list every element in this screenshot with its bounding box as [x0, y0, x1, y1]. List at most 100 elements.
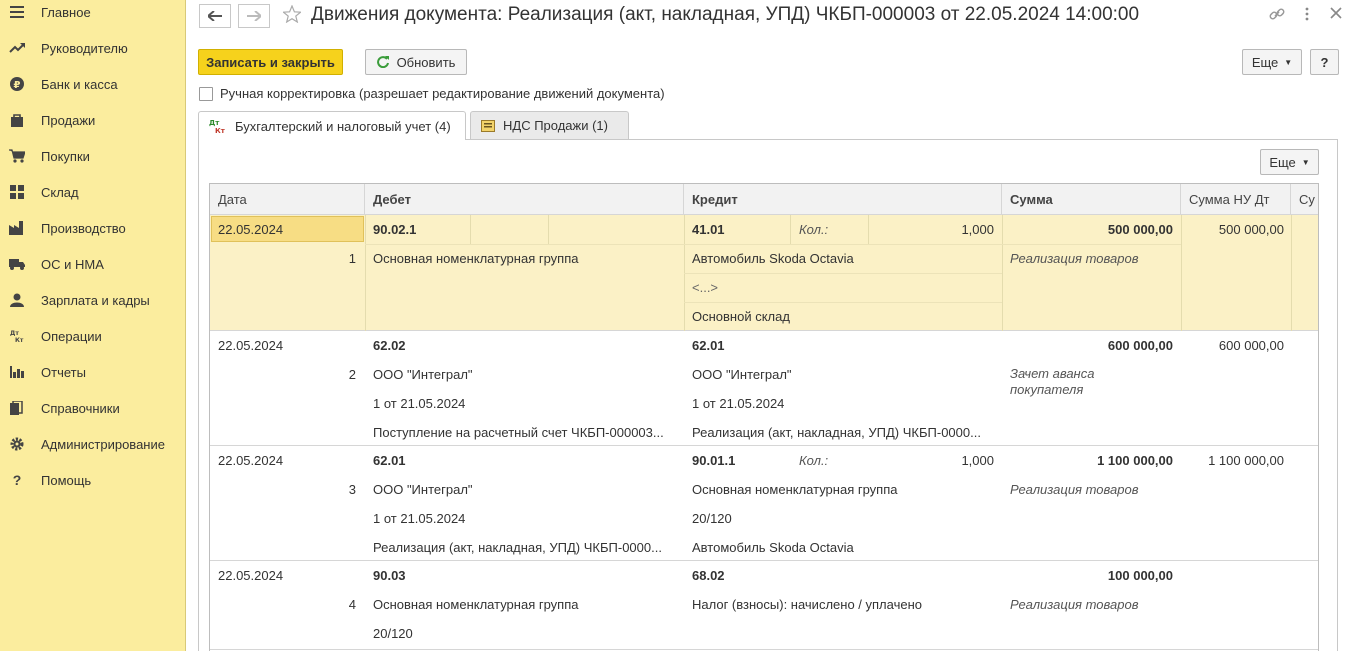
- sidebar-item-assets[interactable]: ОС и НМА: [0, 246, 185, 282]
- tab-label: НДС Продажи (1): [503, 118, 608, 133]
- cell-sum-nu: 1 100 000,00: [1208, 453, 1284, 468]
- sidebar-item-admin[interactable]: Администрирование: [0, 426, 185, 462]
- cell-sum-nu: 600 000,00: [1218, 338, 1284, 353]
- save-and-close-button[interactable]: Записать и закрыть: [198, 49, 343, 75]
- more-button[interactable]: Еще ▼: [1242, 49, 1302, 75]
- column-header-debit[interactable]: Дебет: [365, 184, 684, 215]
- column-header-credit[interactable]: Кредит: [684, 184, 1002, 215]
- cell-sum: 1 100 000,00: [1097, 453, 1173, 468]
- cell-debit-subconto1: Основная номенклатурная группа: [373, 597, 579, 612]
- table-row[interactable]: 22.05.2024 3 62.01 ООО "Интеграл" 1 от 2…: [210, 446, 1318, 561]
- grid-more-button[interactable]: Еще ▼: [1260, 149, 1319, 175]
- cell-debit-account: 90.03: [373, 568, 406, 583]
- cell-num: 2: [348, 367, 356, 382]
- sidebar-item-label: Главное: [41, 4, 91, 20]
- manual-edit-checkbox-row[interactable]: Ручная корректировка (разрешает редактир…: [199, 86, 665, 101]
- column-header-truncated[interactable]: Су: [1291, 184, 1318, 215]
- svg-text:Кт: Кт: [215, 127, 226, 134]
- sidebar-item-label: Руководителю: [41, 40, 128, 56]
- cell-credit-subconto1: Основная номенклатурная группа: [692, 482, 898, 497]
- cell-sum: 500 000,00: [1107, 222, 1173, 237]
- question-icon: ?: [12, 472, 22, 488]
- bar-chart-icon: [9, 364, 25, 380]
- cell-date: 22.05.2024: [218, 453, 284, 468]
- favorite-star-icon[interactable]: [281, 4, 303, 26]
- tab-accounting[interactable]: Дт Кт Бухгалтерский и налоговый учет (4): [198, 111, 466, 140]
- gear-icon: [9, 436, 25, 452]
- cell-debit-subconto1: ООО "Интеграл": [373, 367, 473, 382]
- cell-content: Зачет аванса: [1010, 365, 1095, 381]
- cell-qty-label: Кол.:: [799, 222, 829, 237]
- forward-button[interactable]: [238, 4, 270, 28]
- tab-vat-sales[interactable]: НДС Продажи (1): [470, 111, 629, 139]
- sidebar-item-salary[interactable]: Зарплата и кадры: [0, 282, 185, 318]
- close-icon[interactable]: [1329, 6, 1343, 25]
- sidebar-item-label: Помощь: [41, 472, 92, 488]
- sidebar-item-help[interactable]: ? Помощь: [0, 462, 185, 498]
- chevron-down-icon: ▼: [1284, 57, 1293, 67]
- sidebar-item-production[interactable]: Производство: [0, 210, 185, 246]
- help-button[interactable]: ?: [1310, 49, 1339, 75]
- sidebar-item-label: Операции: [41, 328, 102, 344]
- sidebar-item-warehouse[interactable]: Склад: [0, 174, 185, 210]
- document-form: Движения документа: Реализация (акт, нак…: [186, 0, 1349, 651]
- truck-icon: [9, 256, 25, 272]
- refresh-label: Обновить: [396, 54, 456, 70]
- sidebar-item-operations[interactable]: Дт Кт Операции: [0, 318, 185, 354]
- cell-debit-subconto2: 1 от 21.05.2024: [373, 396, 466, 411]
- cell-date: 22.05.2024: [218, 568, 284, 583]
- more-actions-icon[interactable]: [1304, 6, 1310, 27]
- cell-credit-subconto2: 20/120: [692, 511, 732, 526]
- cell-qty-label: Кол.:: [799, 453, 829, 468]
- table-row[interactable]: 22.05.2024 4 90.03 Основная номенклатурн…: [210, 561, 1318, 650]
- sidebar-item-label: Зарплата и кадры: [41, 292, 150, 308]
- cell-num: 1: [348, 251, 356, 266]
- cell-credit-subconto1: ООО "Интеграл": [692, 367, 792, 382]
- manual-edit-checkbox[interactable]: [199, 86, 213, 101]
- column-header-date[interactable]: Дата: [210, 184, 365, 215]
- link-icon[interactable]: [1269, 6, 1285, 27]
- svg-text:Дт: Дт: [209, 119, 220, 127]
- sidebar-item-label: Администрирование: [41, 436, 165, 452]
- sidebar-item-purchases[interactable]: Покупки: [0, 138, 185, 174]
- cell-credit-subconto2: 1 от 21.05.2024: [692, 396, 785, 411]
- cell-credit-account: 41.01: [692, 222, 725, 237]
- warehouse-icon: [9, 184, 25, 200]
- trend-icon: [9, 40, 25, 56]
- svg-text:Кт: Кт: [15, 337, 24, 343]
- cell-qty: 1,000: [961, 222, 994, 237]
- cell-content: Реализация товаров: [1010, 251, 1139, 266]
- sidebar-item-manager[interactable]: Руководителю: [0, 30, 185, 66]
- sidebar-item-reports[interactable]: Отчеты: [0, 354, 185, 390]
- cell-sum: 600 000,00: [1107, 338, 1173, 353]
- cell-num: 3: [348, 482, 356, 497]
- svg-text:Дт: Дт: [10, 330, 19, 337]
- postings-table[interactable]: Дата Дебет Кредит Сумма Сумма НУ Дт Су 2…: [209, 183, 1319, 651]
- sidebar-item-main[interactable]: Главное: [0, 0, 185, 30]
- cell-content-line2: покупателя: [1010, 381, 1084, 397]
- tab-label: Бухгалтерский и налоговый учет (4): [235, 118, 451, 134]
- sidebar-item-label: Справочники: [41, 400, 120, 416]
- refresh-button[interactable]: Обновить: [365, 49, 467, 75]
- column-header-sum-nu-dt[interactable]: Сумма НУ Дт: [1181, 184, 1291, 215]
- sidebar-item-sales[interactable]: Продажи: [0, 102, 185, 138]
- table-row[interactable]: 22.05.2024 2 62.02 ООО "Интеграл" 1 от 2…: [210, 331, 1318, 446]
- column-header-sum[interactable]: Сумма: [1002, 184, 1181, 215]
- back-button[interactable]: [199, 4, 231, 28]
- manual-edit-label: Ручная корректировка (разрешает редактир…: [220, 86, 665, 101]
- page-title: Движения документа: Реализация (акт, нак…: [311, 4, 1140, 25]
- cell-debit-account: 90.02.1: [373, 222, 417, 237]
- cell-qty: 1,000: [961, 453, 994, 468]
- cell-debit-subconto2: 20/120: [373, 626, 413, 641]
- cell-sum: 100 000,00: [1107, 568, 1173, 583]
- arrow-right-icon: [247, 11, 261, 21]
- more-label: Еще: [1269, 154, 1296, 170]
- more-label: Еще: [1251, 54, 1279, 70]
- sidebar-item-label: Банк и касса: [41, 76, 118, 92]
- sidebar-item-bank[interactable]: ₽ Банк и касса: [0, 66, 185, 102]
- sidebar-item-label: ОС и НМА: [41, 256, 104, 272]
- sidebar-item-references[interactable]: Справочники: [0, 390, 185, 426]
- cell-debit-subconto1: Основная номенклатурная группа: [373, 251, 579, 266]
- table-row[interactable]: 22.05.2024 1 90.02.1 Основная номенклату…: [210, 215, 1318, 331]
- chevron-down-icon: ▼: [1301, 157, 1310, 167]
